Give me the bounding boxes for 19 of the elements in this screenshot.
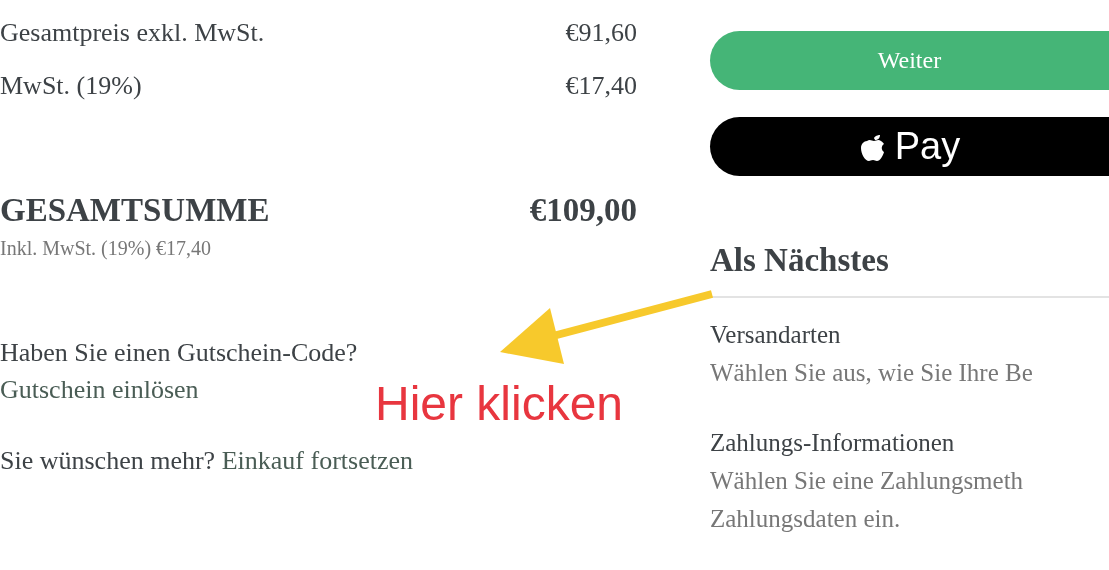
step-title: Zahlungs-Informationen <box>710 428 956 458</box>
apple-pay-button[interactable]: Pay <box>710 117 1109 176</box>
redeem-coupon-link[interactable]: Gutschein einlösen <box>0 371 199 408</box>
coupon-question: Haben Sie einen Gutschein-Code? <box>0 337 358 369</box>
total-value: €109,00 <box>529 192 637 229</box>
summary-value: €91,60 <box>565 18 637 48</box>
continue-shopping-link[interactable]: Einkauf fortsetzen <box>221 446 413 475</box>
annotation-text: Hier klicken <box>375 376 624 432</box>
continue-shopping-text: Sie wünschen mehr? Einkauf fortsetzen <box>0 445 413 477</box>
step-description: Wählen Sie eine Zahlungsmeth <box>710 466 1025 496</box>
next-steps-heading: Als Nächstes <box>710 241 890 280</box>
step-description: Wählen Sie aus, wie Sie Ihre Be <box>710 358 1034 388</box>
total-label: GESAMTSUMME <box>0 192 270 229</box>
step-title: Versandarten <box>710 320 842 350</box>
summary-value: €17,40 <box>565 71 637 101</box>
summary-label: Gesamtpreis exkl. MwSt. <box>0 18 265 48</box>
tax-note: Inkl. MwSt. (19%) €17,40 <box>0 236 213 262</box>
summary-label: MwSt. (19%) <box>0 71 142 101</box>
step-description: Zahlungsdaten ein. <box>710 504 902 534</box>
